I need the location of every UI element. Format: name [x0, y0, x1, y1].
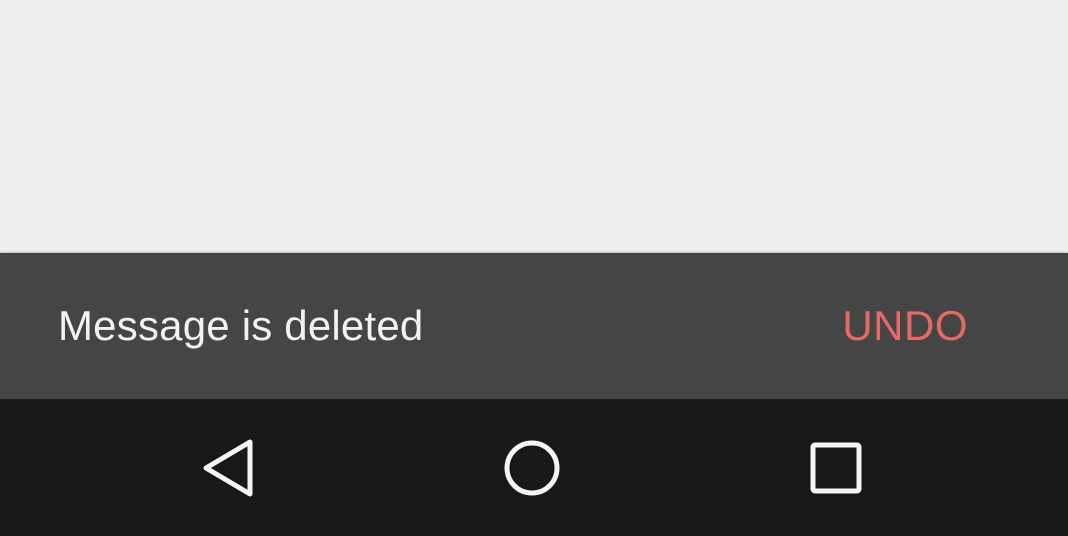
phone-screen: Message is deleted UNDO — [0, 0, 1068, 536]
home-button[interactable] — [462, 399, 602, 536]
snackbar: Message is deleted UNDO — [0, 253, 1068, 399]
recents-button[interactable] — [766, 399, 906, 536]
recents-square-icon — [810, 442, 862, 493]
back-triangle-icon — [203, 439, 253, 496]
snackbar-message: Message is deleted — [58, 302, 424, 349]
undo-button[interactable]: UNDO — [842, 302, 968, 350]
system-navigation-bar — [0, 399, 1068, 536]
back-button[interactable] — [160, 399, 300, 536]
home-circle-icon — [504, 440, 560, 495]
app-content-area — [0, 0, 1068, 253]
